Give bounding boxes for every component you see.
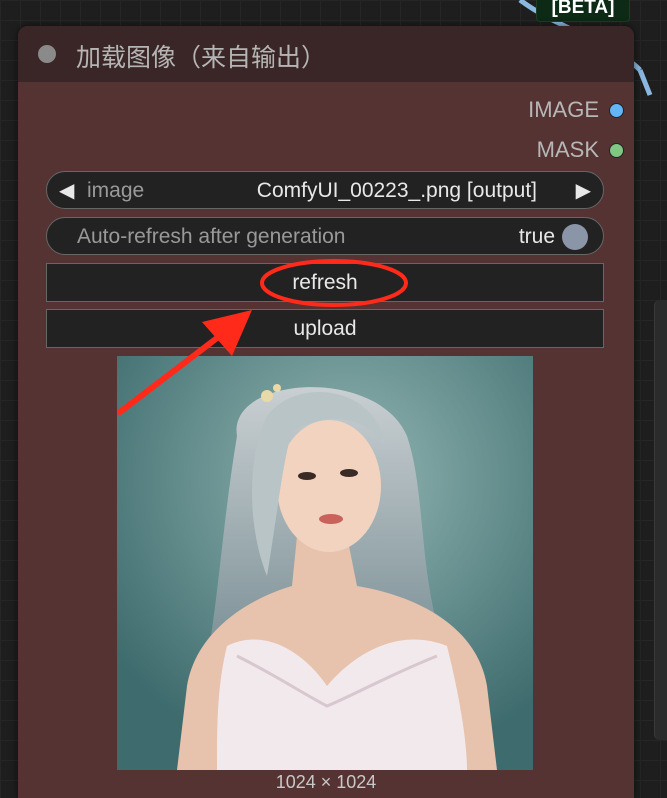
image-preview <box>117 356 533 770</box>
auto-refresh-value: true <box>518 225 555 248</box>
arrow-right-icon[interactable]: ▶ <box>576 178 591 203</box>
beta-badge: [BETA] <box>536 0 630 22</box>
load-image-node[interactable]: 加载图像（来自输出） IMAGE MASK ◀ image ComfyUI_00… <box>18 26 634 798</box>
node-header[interactable]: 加载图像（来自输出） <box>18 26 634 82</box>
auto-refresh-label: Auto-refresh after generation <box>77 225 346 248</box>
auto-refresh-toggle[interactable]: Auto-refresh after generation true <box>46 217 604 255</box>
preview-dimensions: 1024 × 1024 <box>275 772 377 792</box>
output-mask[interactable]: MASK <box>537 137 624 163</box>
image-combo-value: ComfyUI_00223_.png [output] <box>256 179 537 202</box>
collapse-dot-icon[interactable] <box>38 45 56 63</box>
adjacent-node-edge[interactable] <box>654 300 667 740</box>
output-image-slot-icon[interactable] <box>609 102 624 118</box>
refresh-button[interactable]: refresh <box>46 263 604 302</box>
image-combo-name: image <box>87 179 145 202</box>
toggle-knob-icon[interactable] <box>562 224 588 250</box>
output-image-label: IMAGE <box>528 97 599 122</box>
arrow-left-icon[interactable]: ◀ <box>59 178 74 203</box>
portrait-image <box>117 356 533 770</box>
upload-button[interactable]: upload <box>46 309 604 348</box>
node-title: 加载图像（来自输出） <box>76 44 327 72</box>
output-mask-label: MASK <box>536 137 599 162</box>
output-image[interactable]: IMAGE <box>528 97 624 123</box>
image-combo-widget[interactable]: ◀ image ComfyUI_00223_.png [output] ▶ <box>46 171 604 209</box>
output-mask-slot-icon[interactable] <box>609 142 624 158</box>
